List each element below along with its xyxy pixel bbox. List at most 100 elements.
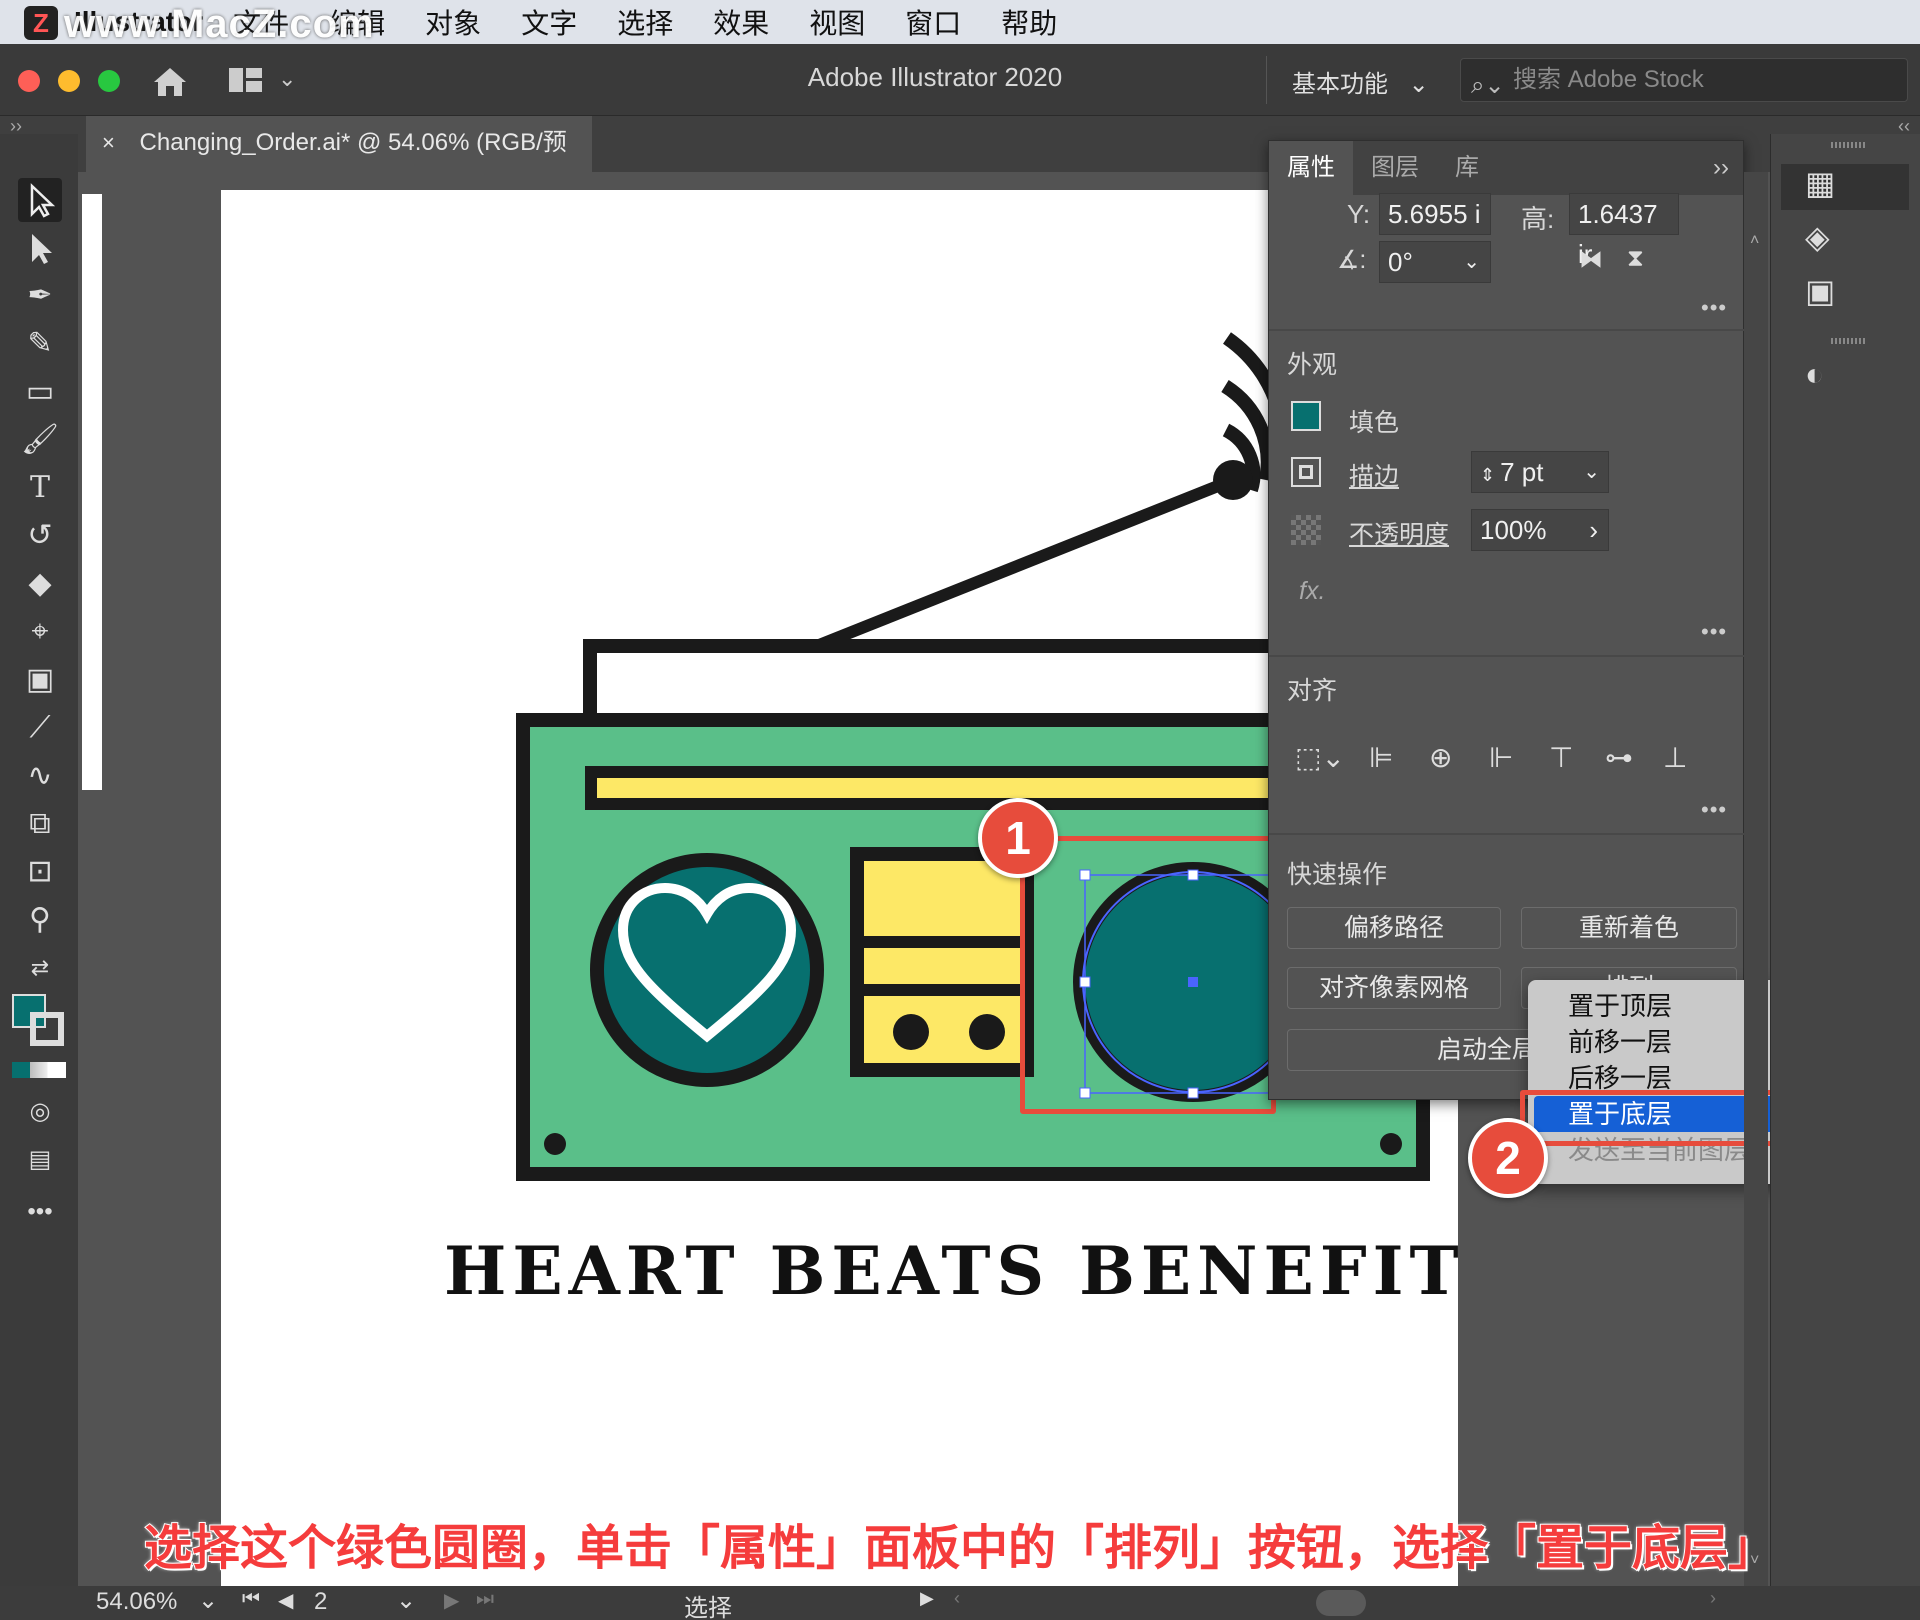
panel-divider <box>1269 655 1745 657</box>
menu-type[interactable]: 文字 <box>521 2 577 42</box>
flip-vertical-icon[interactable]: ⧗ <box>1627 245 1644 273</box>
previous-artboard-icon[interactable]: ◀ <box>278 1588 293 1613</box>
blend-tool-icon[interactable]: ∿ <box>18 754 62 798</box>
zoom-level[interactable]: 54.06% <box>96 1588 177 1616</box>
horizontal-scroll-thumb[interactable] <box>1316 1590 1366 1616</box>
next-artboard-icon[interactable]: ▶ <box>444 1588 459 1613</box>
flip-horizontal-icon[interactable]: ⧓ <box>1579 245 1603 274</box>
stepper-icon[interactable]: ⇕ <box>1480 465 1500 485</box>
chevron-down-icon[interactable]: ⌄ <box>198 1586 218 1615</box>
annotation-badge-1: 1 <box>978 798 1058 878</box>
more-options-icon[interactable]: ••• <box>1701 619 1727 645</box>
tutorial-caption: 选择这个绿色圆圈，单击「属性」面板中的「排列」按钮，选择「置于底层」 <box>143 1521 1777 1576</box>
recolor-button[interactable]: 重新着色 <box>1521 907 1737 949</box>
artboard-tool-icon[interactable]: ⊡ <box>18 850 62 894</box>
stroke-color-swatch[interactable] <box>30 1012 64 1046</box>
puppet-warp-tool-icon[interactable]: ⌖ <box>18 610 62 654</box>
shape-builder-tool-icon[interactable]: ⧉ <box>18 802 62 846</box>
properties-panel-icon[interactable]: ▦ <box>1781 164 1909 210</box>
stroke-swatch[interactable] <box>1291 457 1321 487</box>
rotate-angle-value: 0° <box>1388 247 1413 277</box>
adobe-stock-search-input[interactable]: ⌕⌄ 搜索 Adobe Stock <box>1460 58 1908 102</box>
watermark-text: www.MacZ.com <box>64 2 375 46</box>
panel-tabs: 属性 图层 库 ›› <box>1269 141 1743 195</box>
stroke-weight-field[interactable]: ⇕ 7 pt ⌄ <box>1471 451 1609 493</box>
headline-text[interactable]: HEART BEATS BENEFIT <box>444 1232 1465 1310</box>
scroll-right-icon[interactable]: › <box>1710 1588 1716 1609</box>
annotation-badge-2: 2 <box>1468 1118 1548 1198</box>
scroll-up-icon[interactable]: ˄ <box>1750 232 1762 272</box>
workspace-switcher[interactable]: 基本功能 ⌄ <box>1292 64 1429 99</box>
eraser-tool-icon[interactable]: ◆ <box>18 562 62 606</box>
fill-label[interactable]: 填色 <box>1349 403 1399 439</box>
align-to-selection-icon[interactable]: ⬚⌄ <box>1295 741 1345 774</box>
align-bottom-icon[interactable]: ⊥ <box>1663 741 1687 774</box>
layers-panel-icon[interactable]: ◈ <box>1781 218 1909 264</box>
swap-fill-stroke-icon[interactable]: ⇄ <box>18 946 62 990</box>
document-tab[interactable]: × Changing_Order.ai* @ 54.06% (RGB/预览) <box>86 116 592 210</box>
align-right-icon[interactable]: ⊩ <box>1489 741 1513 774</box>
menu-effect[interactable]: 效果 <box>713 2 769 42</box>
properties-panel: 属性 图层 库 ›› Y: 5.6955 i 高: 1.6437 ir ∡: 0… <box>1268 140 1745 1100</box>
zoom-tool-icon[interactable]: ⚲ <box>18 898 62 942</box>
tab-layers[interactable]: 图层 <box>1353 141 1437 195</box>
eyedropper-tool-icon[interactable]: ⟋ <box>18 706 62 750</box>
align-horizontal-center-icon[interactable]: ⊕ <box>1429 741 1452 774</box>
height-label: 高: <box>1521 204 1555 234</box>
opacity-label[interactable]: 不透明度 <box>1349 515 1449 551</box>
offset-path-button[interactable]: 偏移路径 <box>1287 907 1501 949</box>
scroll-left-icon[interactable]: ‹ <box>954 1588 960 1609</box>
draw-mode-icon[interactable]: ◎ <box>18 1090 62 1134</box>
menu-select[interactable]: 选择 <box>617 2 673 42</box>
menu-view[interactable]: 视图 <box>809 2 865 42</box>
rotate-angle-field[interactable]: 0° ⌄ <box>1379 241 1491 283</box>
chevron-down-icon[interactable]: ⌄ <box>396 1586 416 1615</box>
menu-help[interactable]: 帮助 <box>1001 2 1057 42</box>
paintbrush-tool-icon[interactable]: 🖌 <box>18 418 62 462</box>
color-mode-buttons[interactable] <box>12 1062 66 1078</box>
screen-mode-icon[interactable]: ▤ <box>18 1138 62 1182</box>
y-position-field[interactable]: 5.6955 i <box>1379 193 1491 235</box>
align-top-icon[interactable]: ⊤ <box>1549 741 1573 774</box>
annotation-highlight-circle <box>1020 836 1276 1114</box>
align-left-icon[interactable]: ⊫ <box>1369 741 1393 774</box>
more-options-icon[interactable]: ••• <box>1701 295 1727 321</box>
tab-libraries[interactable]: 库 <box>1437 141 1497 195</box>
last-artboard-icon[interactable]: ⏭ <box>476 1588 494 1611</box>
fill-swatch[interactable] <box>1291 401 1321 431</box>
direct-selection-tool-icon[interactable] <box>18 226 62 270</box>
current-tool-label: 选择 <box>684 1595 732 1620</box>
edit-toolbar-icon[interactable]: ••• <box>18 1190 62 1234</box>
rectangle-tool-icon[interactable]: ▭ <box>18 370 62 414</box>
stroke-weight-value: 7 pt <box>1500 457 1544 487</box>
more-options-icon[interactable]: ••• <box>1701 797 1727 823</box>
opacity-field[interactable]: 100% › <box>1471 509 1609 551</box>
align-vertical-center-icon[interactable]: ⊶ <box>1605 741 1633 774</box>
stroke-label[interactable]: 描边 <box>1349 457 1399 493</box>
color-themes-icon[interactable]: ◐ <box>1781 356 1909 402</box>
tab-properties[interactable]: 属性 <box>1269 141 1353 195</box>
chevron-down-icon: ⌄ <box>1408 71 1429 98</box>
rotate-tool-icon[interactable]: ↺ <box>18 514 62 558</box>
panel-collapse-icon[interactable]: ›› <box>1713 141 1743 195</box>
tools-panel: ✒ ✎ ▭ 🖌 T ↺ ◆ ⌖ ▣ ⟋ ∿ ⧉ ⊡ ⚲ ⇄ ◎ ▤ ••• <box>0 134 78 1586</box>
pen-tool-icon[interactable]: ✒ <box>18 274 62 318</box>
gradient-tool-icon[interactable]: ▣ <box>18 658 62 702</box>
height-field[interactable]: 1.6437 ir <box>1569 193 1679 269</box>
artboard-number[interactable]: 2 <box>314 1588 327 1616</box>
dock-grip[interactable] <box>1831 142 1867 148</box>
status-menu-icon[interactable]: ▶ <box>920 1588 934 1609</box>
dock-grip[interactable] <box>1831 338 1867 344</box>
libraries-panel-icon[interactable]: ▣ <box>1781 272 1909 318</box>
fx-effects-icon[interactable]: fx. <box>1299 577 1325 606</box>
panel-scrollbar[interactable]: ˄ ˅ <box>1744 172 1768 1586</box>
type-tool-icon[interactable]: T <box>18 466 62 510</box>
close-tab-icon[interactable]: × <box>102 130 115 155</box>
selection-tool-icon[interactable] <box>18 178 62 222</box>
menu-object[interactable]: 对象 <box>425 2 481 42</box>
align-pixel-grid-button[interactable]: 对齐像素网格 <box>1287 967 1501 1009</box>
first-artboard-icon[interactable]: ⏮ <box>242 1588 260 1611</box>
menu-window[interactable]: 窗口 <box>905 2 961 42</box>
curvature-tool-icon[interactable]: ✎ <box>18 322 62 366</box>
appearance-title: 外观 <box>1287 351 1338 379</box>
